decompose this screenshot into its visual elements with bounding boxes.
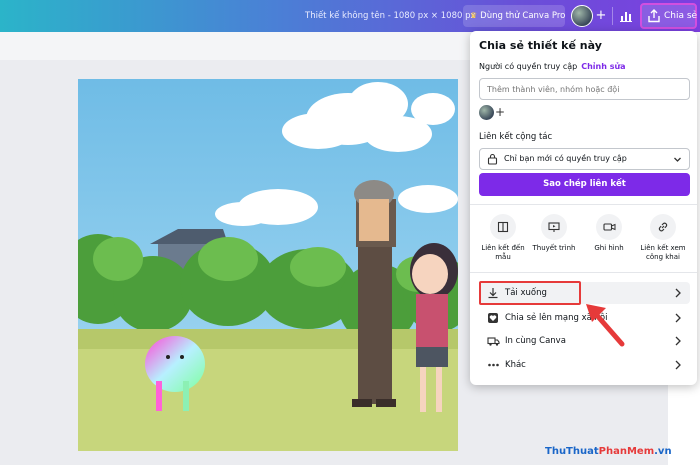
access-label-text: Người có quyền truy cập bbox=[479, 62, 578, 71]
red-arrow-annotation bbox=[586, 304, 625, 347]
truck-icon bbox=[487, 337, 500, 346]
chevron-right-icon bbox=[675, 288, 681, 298]
add-member-icon[interactable]: + bbox=[495, 104, 505, 120]
panel-title: Chia sẻ thiết kế này bbox=[479, 39, 602, 52]
option-circle bbox=[541, 214, 567, 240]
option-label: Ghi hình bbox=[594, 244, 624, 252]
divider bbox=[470, 272, 697, 273]
member-avatar bbox=[479, 105, 494, 120]
option-label: Thuyết trình bbox=[532, 244, 576, 252]
access-select[interactable]: Chỉ bạn mới có quyền truy cập bbox=[479, 148, 690, 170]
divider bbox=[470, 204, 697, 205]
option-public-view-link[interactable]: Liên kết xem công khai bbox=[639, 214, 687, 262]
row-label: In cùng Canva bbox=[505, 336, 566, 346]
link-icon bbox=[658, 222, 668, 232]
share-label: Chia sẻ bbox=[664, 11, 698, 21]
heart-icon bbox=[488, 313, 498, 323]
chevron-down-icon bbox=[674, 157, 681, 162]
divider bbox=[612, 7, 613, 25]
try-pro-label: Dùng thử Canva Pro bbox=[480, 11, 566, 21]
option-circle bbox=[650, 214, 676, 240]
watermark-part-b: PhanMem bbox=[598, 446, 655, 457]
option-record[interactable]: Ghi hình bbox=[585, 214, 633, 253]
design-canvas[interactable] bbox=[78, 79, 458, 451]
top-bar: Thiết kế không tên - 1080 px × 1080 px ♛… bbox=[0, 0, 700, 32]
access-label: Người có quyền truy cập Chỉnh sửa bbox=[479, 62, 626, 71]
add-member-button[interactable]: + bbox=[594, 8, 608, 24]
more-icon bbox=[488, 363, 499, 367]
watermark-part-c: .vn bbox=[654, 446, 672, 457]
chevron-right-icon bbox=[675, 336, 681, 346]
chevron-right-icon bbox=[675, 313, 681, 323]
crown-icon: ♛ bbox=[470, 11, 478, 20]
share-button[interactable]: Chia sẻ bbox=[640, 3, 697, 29]
document-title[interactable]: Thiết kế không tên - 1080 px × 1080 px bbox=[305, 0, 476, 32]
collab-link-label: Liên kết cộng tác bbox=[479, 132, 553, 142]
bar-chart-icon bbox=[620, 12, 632, 22]
option-presentation[interactable]: Thuyết trình bbox=[530, 214, 578, 253]
presentation-icon bbox=[548, 222, 560, 232]
more-row[interactable]: Khác bbox=[479, 354, 690, 376]
watermark-part-a: ThuThuat bbox=[545, 446, 599, 457]
option-template-link[interactable]: Liên kết đến mẫu bbox=[479, 214, 527, 262]
row-label: Khác bbox=[505, 360, 526, 370]
copy-link-button[interactable]: Sao chép liên kết bbox=[479, 173, 690, 196]
chevron-right-icon bbox=[675, 360, 681, 370]
option-circle bbox=[490, 214, 516, 240]
option-label: Liên kết xem công khai bbox=[640, 244, 686, 261]
access-select-value: Chỉ bạn mới có quyền truy cập bbox=[504, 154, 627, 163]
invite-input[interactable] bbox=[479, 78, 690, 100]
option-circle bbox=[596, 214, 622, 240]
lock-icon bbox=[487, 153, 498, 165]
edit-access-link[interactable]: Chỉnh sửa bbox=[581, 62, 625, 71]
watermark: ThuThuatPhanMem.vn bbox=[545, 446, 672, 457]
cartoon-illustration bbox=[78, 79, 458, 451]
template-icon bbox=[497, 221, 509, 233]
video-camera-icon bbox=[602, 223, 615, 231]
download-highlight-box bbox=[479, 281, 581, 305]
option-label: Liên kết đến mẫu bbox=[481, 244, 525, 261]
share-icon bbox=[648, 9, 660, 23]
try-canva-pro-button[interactable]: ♛ Dùng thử Canva Pro bbox=[463, 5, 565, 27]
avatar[interactable] bbox=[571, 5, 593, 27]
insights-button[interactable] bbox=[616, 6, 636, 26]
